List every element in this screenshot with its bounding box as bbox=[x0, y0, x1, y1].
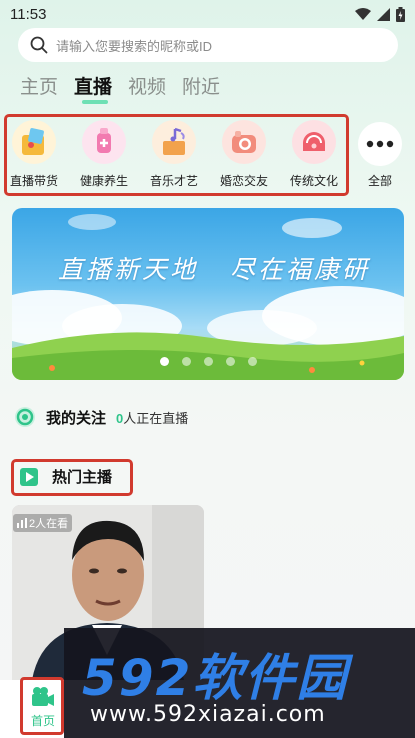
tab-live[interactable]: 直播 bbox=[74, 72, 112, 104]
pagination-dot[interactable] bbox=[247, 357, 257, 366]
status-icons bbox=[355, 6, 405, 22]
pagination-dot[interactable] bbox=[203, 357, 213, 366]
banner-headline-1: 直播新天地 bbox=[58, 255, 199, 284]
pagination-dot[interactable] bbox=[225, 357, 235, 366]
category-music[interactable]: 音乐才艺 bbox=[144, 120, 204, 190]
promo-banner[interactable]: 直播新天地 尽在福康研 bbox=[12, 208, 404, 380]
watermark-logo-text: 592软件园 bbox=[82, 649, 349, 707]
search-bar[interactable]: 请输入您要搜索的昵称或ID bbox=[18, 28, 398, 62]
category-live-shopping[interactable]: 直播带货 bbox=[4, 120, 64, 190]
active-tab-indicator bbox=[82, 100, 109, 104]
search-input[interactable]: 请输入您要搜索的昵称或ID bbox=[56, 36, 212, 55]
video-camera-icon bbox=[32, 687, 54, 706]
follows-live-count: 0人正在直播 bbox=[116, 410, 189, 426]
top-tabs: 主页 直播 视频 附近 bbox=[20, 72, 220, 104]
nav-home[interactable]: 首页 bbox=[24, 686, 62, 729]
hot-streamers-title: 热门主播 bbox=[52, 469, 113, 486]
health-icon bbox=[82, 120, 126, 164]
my-follows-section[interactable]: 我的关注 0人正在直播 bbox=[14, 406, 188, 428]
tab-video[interactable]: 视频 bbox=[128, 72, 166, 99]
category-health[interactable]: 健康养生 bbox=[74, 120, 134, 190]
camera-icon bbox=[222, 120, 266, 164]
more-dots-icon bbox=[366, 140, 394, 148]
viewer-count-badge: 2人在看 bbox=[13, 514, 73, 532]
status-time: 11:53 bbox=[10, 5, 47, 23]
category-list: 直播带货 健康养生 音乐才艺 婚恋交友 传统文化 bbox=[8, 120, 408, 190]
viewer-count: 2人在看 bbox=[29, 518, 69, 530]
music-icon bbox=[152, 120, 196, 164]
banner-scenery bbox=[12, 214, 404, 380]
target-icon bbox=[15, 407, 35, 427]
my-follows-title: 我的关注 bbox=[46, 409, 107, 427]
signal-icon bbox=[377, 7, 390, 21]
banner-headline-2: 尽在福康研 bbox=[230, 255, 371, 284]
bar-chart-icon bbox=[17, 518, 27, 528]
wifi-icon bbox=[355, 7, 371, 20]
culture-icon bbox=[292, 120, 336, 164]
tab-nearby[interactable]: 附近 bbox=[182, 72, 220, 99]
hot-streamers-header: 热门主播 bbox=[20, 466, 112, 487]
more-categories-button[interactable] bbox=[358, 122, 402, 166]
nav-home-label: 首页 bbox=[30, 714, 55, 728]
pagination-dot[interactable] bbox=[181, 357, 191, 366]
play-icon bbox=[20, 467, 38, 486]
battery-icon bbox=[396, 6, 405, 22]
category-culture[interactable]: 传统文化 bbox=[284, 120, 344, 190]
banner-pagination bbox=[12, 357, 404, 366]
more-categories-label[interactable]: 全部 bbox=[358, 172, 402, 189]
site-watermark: 592软件园 www.592xiazai.com bbox=[64, 628, 415, 738]
pagination-dot[interactable] bbox=[159, 357, 169, 366]
category-dating[interactable]: 婚恋交友 bbox=[214, 120, 274, 190]
tab-home[interactable]: 主页 bbox=[20, 72, 58, 99]
status-bar: 11:53 bbox=[0, 0, 415, 28]
shopping-bag-icon bbox=[12, 120, 56, 164]
watermark-url: www.592xiazai.com bbox=[90, 702, 326, 727]
search-icon bbox=[30, 36, 48, 54]
